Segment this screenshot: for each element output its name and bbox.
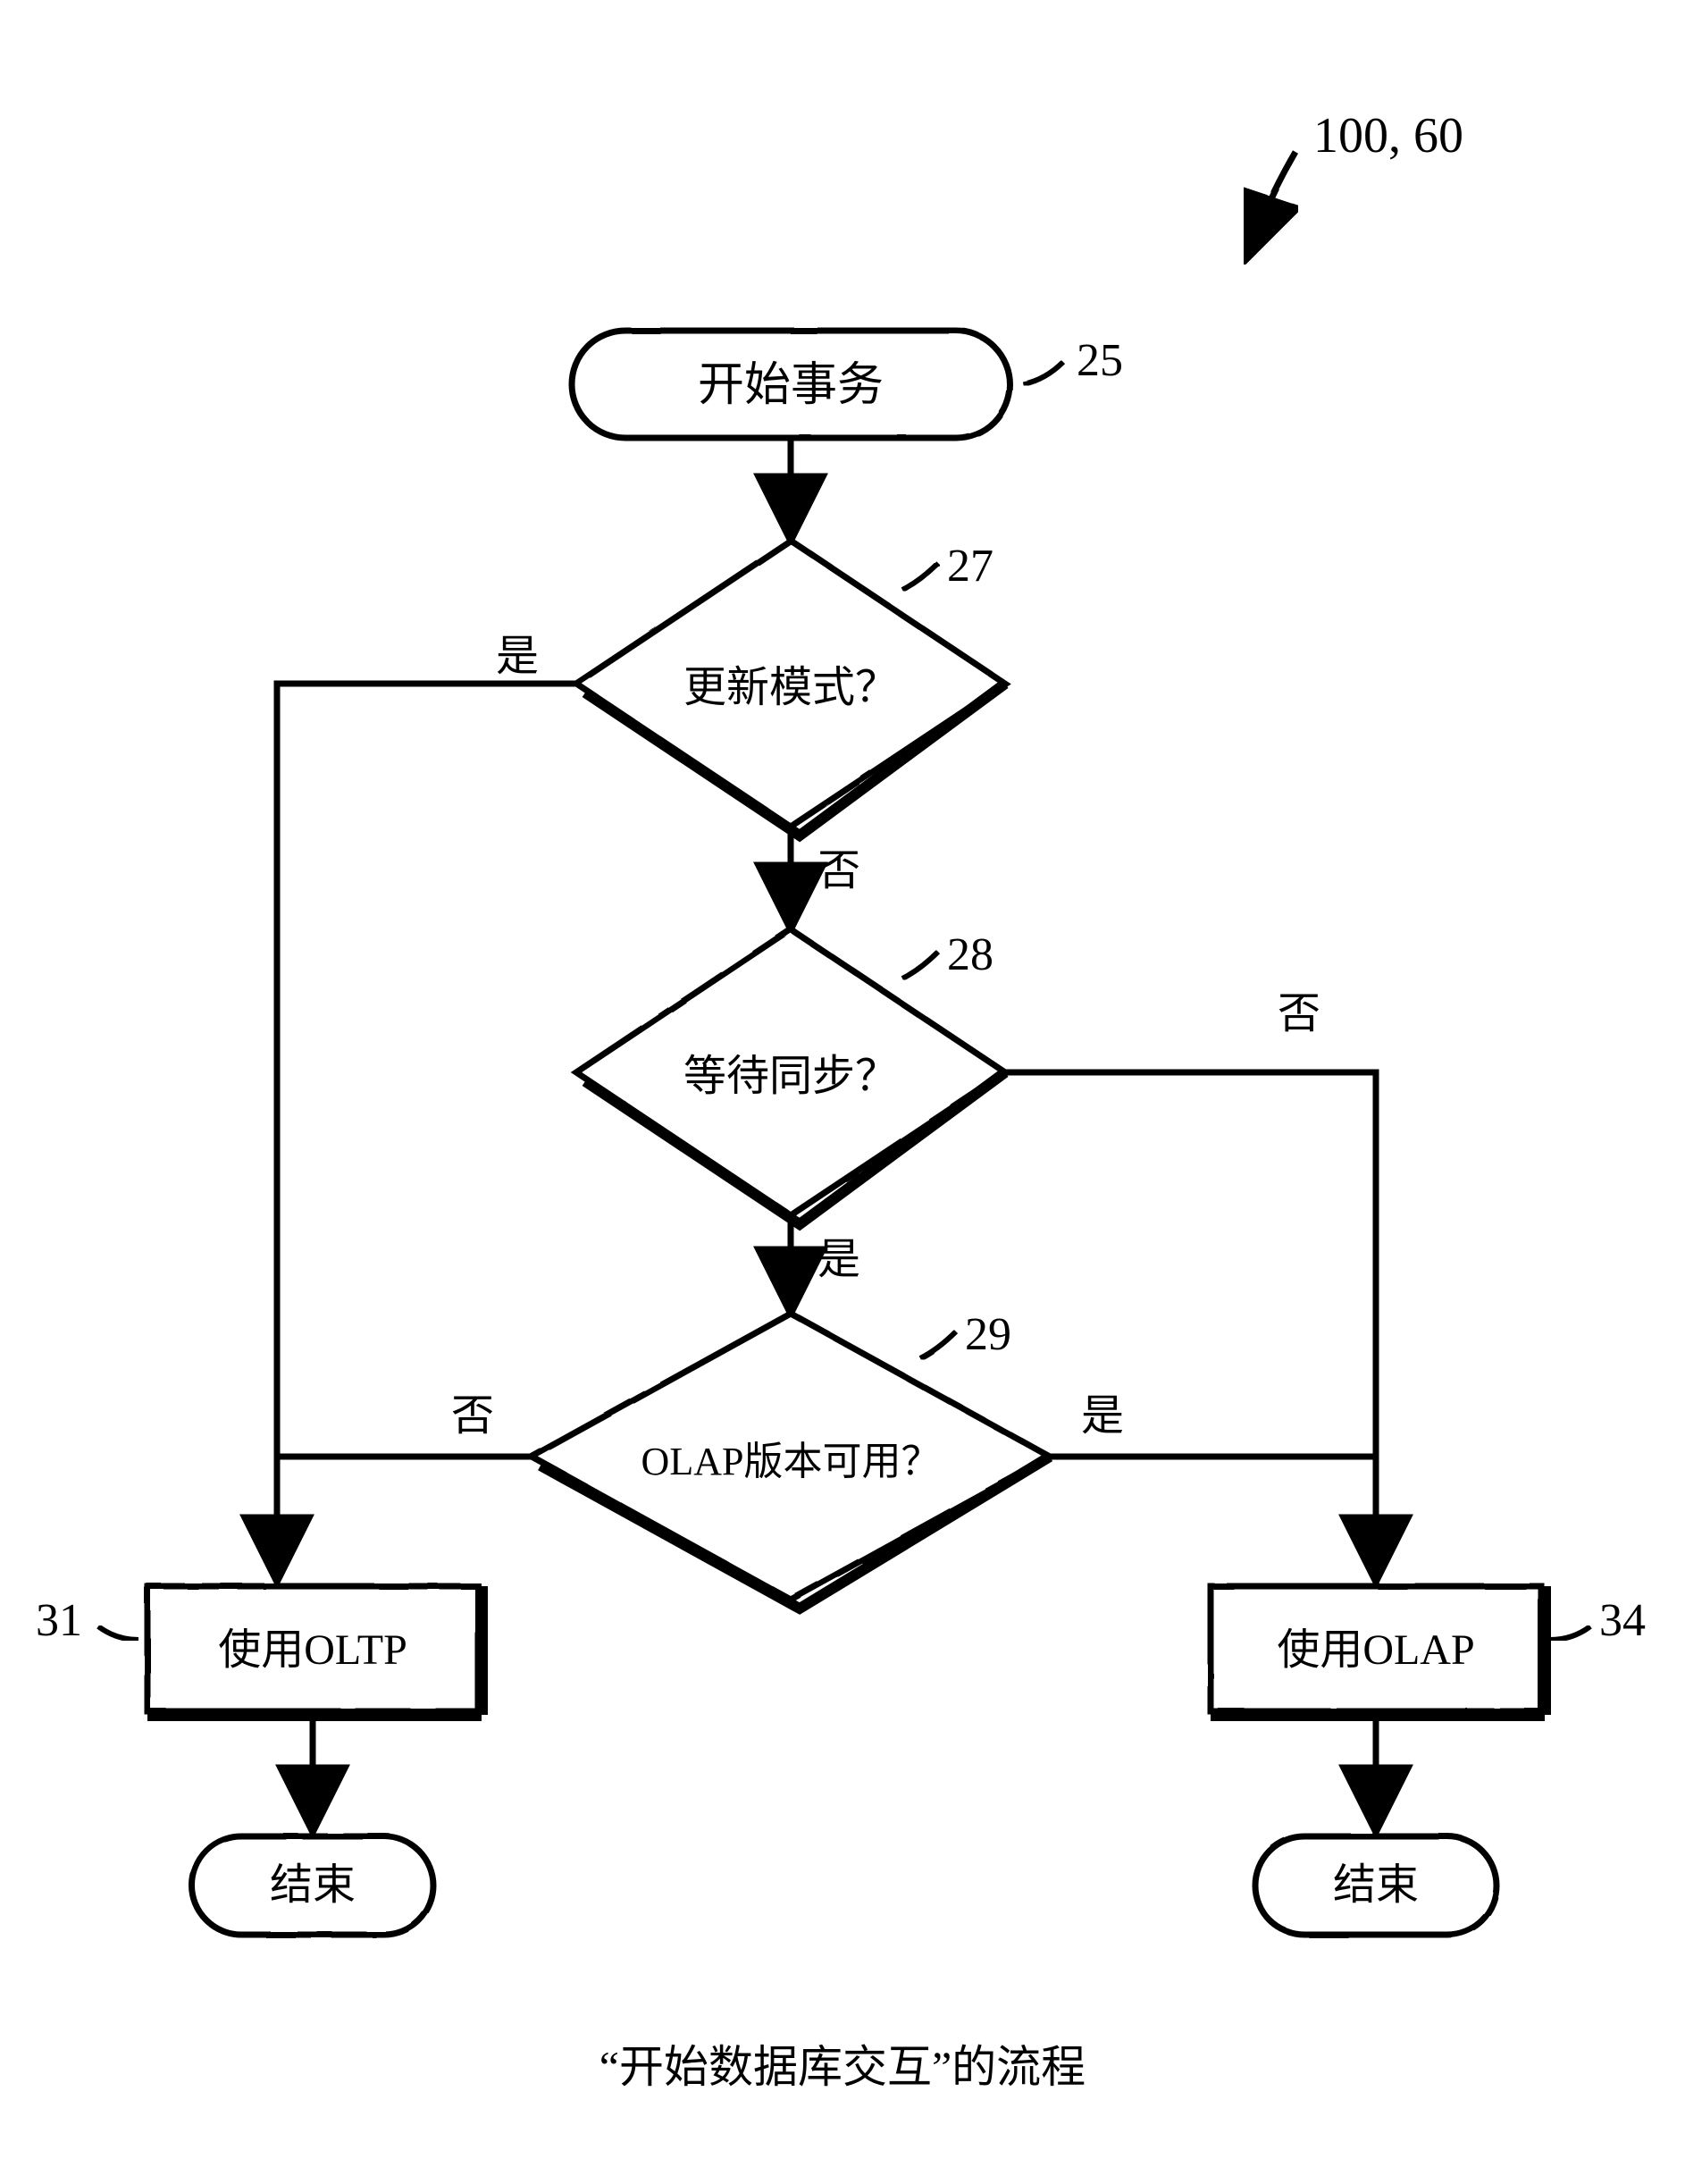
- edge-label-olap-no: 否: [451, 1392, 494, 1440]
- decision-olap-label: OLAP版本可用？: [641, 1440, 941, 1483]
- figure-ref: 100, 60: [1246, 108, 1463, 259]
- decision-wait-sync: 等待同步？ 28: [576, 929, 1005, 1224]
- process-olap-label: 使用OLAP: [1277, 1626, 1474, 1674]
- edge-label-sync-yes: 是: [817, 1236, 860, 1283]
- start-label: 开始事务: [698, 360, 884, 411]
- start-ref: 25: [1077, 335, 1123, 386]
- edge-label-olap-yes: 是: [1081, 1392, 1124, 1440]
- process-oltp: 使用OLTP 31: [36, 1586, 482, 1715]
- decision-update-mode: 更新模式？ 27: [576, 541, 1005, 836]
- decision-sync-ref: 28: [947, 929, 993, 980]
- decision-olap-available: OLAP版本可用？ 29: [532, 1309, 1050, 1609]
- flowchart: 100, 60 开始事务 25 更新模式？ 27 是 否 等待同步？ 28 否 …: [0, 0, 1685, 2184]
- end-right-label: 结束: [1333, 1861, 1419, 1909]
- caption: “开始数据库交互”的流程: [599, 2042, 1086, 2092]
- end-node-left: 结束: [192, 1836, 433, 1935]
- process-oltp-ref: 31: [36, 1595, 82, 1646]
- figure-ref-text: 100, 60: [1313, 108, 1463, 164]
- end-left-label: 结束: [270, 1861, 356, 1909]
- edge-label-update-yes: 是: [496, 633, 539, 680]
- decision-update-ref: 27: [947, 541, 993, 592]
- process-olap-ref: 34: [1599, 1595, 1646, 1646]
- edge-label-sync-no: 否: [1278, 990, 1320, 1037]
- decision-sync-label: 等待同步？: [683, 1053, 898, 1100]
- end-node-right: 结束: [1255, 1836, 1496, 1935]
- process-oltp-label: 使用OLTP: [218, 1626, 407, 1674]
- edge-label-update-no: 否: [817, 847, 860, 895]
- decision-olap-ref: 29: [965, 1309, 1011, 1360]
- process-olap: 使用OLAP 34: [1211, 1586, 1646, 1715]
- start-node: 开始事务 25: [572, 331, 1123, 438]
- decision-update-label: 更新模式？: [683, 664, 898, 711]
